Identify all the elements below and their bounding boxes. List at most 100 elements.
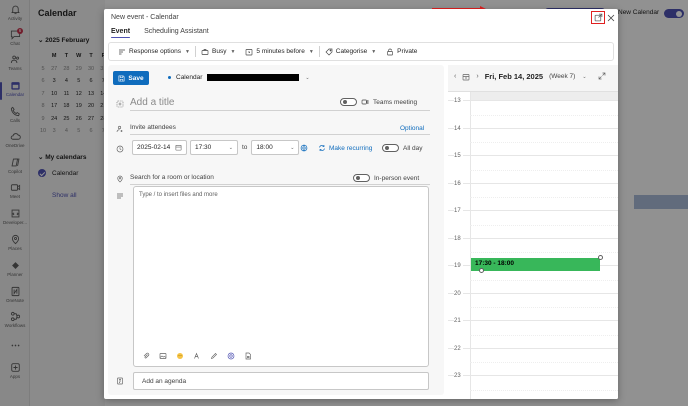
make-recurring-button[interactable]: Make recurring: [318, 144, 372, 152]
date-time-row: 2025-02-14 17:30 ⌄ to 18:00 ⌄: [132, 140, 300, 155]
hour-row[interactable]: 20: [448, 290, 618, 321]
show-as-dropdown[interactable]: Busy ▼: [196, 44, 240, 59]
toggle-switch[interactable]: [353, 174, 370, 182]
event-toolbar: Response options ▼ Busy ▼ 5 minutes before…: [108, 42, 614, 61]
event-resize-handle-bottom[interactable]: [479, 268, 484, 273]
to-label: to: [242, 144, 248, 151]
half-hour-line: [470, 169, 618, 171]
add-agenda-input[interactable]: Add an agenda: [133, 372, 429, 390]
response-options-icon: [119, 49, 125, 54]
hour-row[interactable]: 23: [448, 373, 618, 399]
lock-icon: [387, 48, 393, 55]
private-button[interactable]: Private: [381, 44, 422, 59]
toggle-switch[interactable]: [340, 98, 357, 106]
in-person-toggle[interactable]: In-person event: [353, 174, 419, 182]
pop-out-button[interactable]: [592, 12, 604, 23]
in-person-label: In-person event: [374, 174, 420, 182]
hour-label: 22: [454, 345, 463, 352]
close-icon: [607, 14, 614, 21]
pop-out-icon: [594, 13, 602, 22]
pen-icon[interactable]: [210, 352, 218, 360]
reminder-dropdown[interactable]: 5 minutes before ▼: [240, 44, 318, 59]
invite-attendees-input[interactable]: Invite attendees: [130, 121, 430, 135]
day-view-date[interactable]: Fri, Feb 14, 2025: [485, 72, 543, 81]
hour-row[interactable]: 21: [448, 318, 618, 348]
response-options-button[interactable]: Response options ▼: [113, 44, 195, 59]
start-time-value: 17:30: [195, 144, 212, 151]
hour-row[interactable]: 16: [448, 180, 618, 211]
briefcase-icon: [201, 48, 209, 55]
add-title-icon: [115, 99, 125, 109]
hour-label: 17: [454, 208, 463, 214]
chevron-down-icon: ▼: [185, 48, 190, 55]
hour-row[interactable]: 15: [448, 153, 618, 183]
expand-icon[interactable]: [598, 72, 606, 80]
categorise-label: Categorise: [335, 48, 368, 55]
event-form: Save Calendar ⌄ Add a title Teams meetin…: [108, 65, 444, 395]
chevron-down-icon: ▼: [371, 48, 377, 55]
alarm-icon: [246, 48, 253, 55]
previous-day-button[interactable]: ‹: [454, 73, 456, 80]
half-hour-line: [470, 362, 618, 364]
save-label: Save: [128, 74, 144, 82]
categorise-dropdown[interactable]: Categorise ▼: [320, 44, 381, 59]
text-lines-icon: [115, 191, 125, 201]
close-button[interactable]: [605, 12, 616, 23]
hour-label: 16: [454, 180, 463, 187]
private-label: Private: [397, 48, 418, 55]
save-button[interactable]: Save: [113, 71, 149, 85]
teams-meeting-toggle[interactable]: Teams meeting: [340, 98, 417, 106]
day-time-grid[interactable]: 13 14 15 16 17 18 19 20 21 22 23 17:30 -…: [448, 91, 618, 399]
hour-label: 15: [454, 153, 463, 159]
show-as-label: Busy: [212, 48, 227, 55]
all-day-label: All day: [403, 144, 423, 152]
time-zone-icon[interactable]: [300, 144, 308, 152]
grid-top-band: [471, 92, 618, 100]
today-icon[interactable]: [462, 73, 470, 81]
chevron-down-icon: ▼: [308, 48, 314, 55]
optional-attendees-link[interactable]: Optional: [400, 125, 424, 132]
agenda-icon: [115, 376, 125, 386]
tab-scheduling-assistant[interactable]: Scheduling Assistant: [144, 28, 209, 38]
loop-icon[interactable]: [227, 352, 235, 360]
draft-event-block[interactable]: 17:30 - 18:00: [471, 258, 600, 271]
calendar-selector[interactable]: Calendar ⌄: [168, 74, 310, 81]
chevron-down-icon: ⌄: [305, 74, 310, 81]
tab-event[interactable]: Event: [111, 28, 131, 38]
hour-label: 19: [454, 263, 463, 269]
next-day-button[interactable]: ›: [476, 73, 478, 80]
half-hour-line: [470, 224, 618, 226]
image-icon[interactable]: [159, 352, 167, 360]
hour-row[interactable]: 17: [448, 208, 618, 238]
emoji-icon[interactable]: [176, 352, 184, 360]
chevron-down-icon: ⌄: [290, 144, 295, 151]
attach-icon[interactable]: [142, 352, 150, 360]
hour-row[interactable]: 14: [448, 125, 618, 156]
end-time-field[interactable]: 18:00 ⌄: [251, 140, 300, 155]
response-options-label: Response options: [129, 48, 182, 55]
week-number-label: (Week 7): [549, 73, 576, 80]
start-date-value: 2025-02-14: [137, 144, 171, 151]
start-time-field[interactable]: 17:30 ⌄: [190, 140, 238, 155]
teams-meeting-label: Teams meeting: [373, 98, 418, 106]
hour-row[interactable]: 13: [448, 98, 618, 128]
half-hour-line: [470, 334, 618, 336]
calendar-picker-icon: [175, 145, 182, 151]
calendar-color-dot: [168, 76, 171, 79]
hour-row[interactable]: 22: [448, 345, 618, 376]
document-icon[interactable]: [244, 352, 252, 360]
chevron-down-icon: ⌄: [228, 144, 233, 151]
toggle-switch[interactable]: [382, 144, 399, 152]
text-format-icon[interactable]: [193, 352, 201, 360]
day-view-header: ‹ › Fri, Feb 14, 2025 (Week 7) ⌄: [454, 72, 587, 81]
event-resize-handle-top[interactable]: [598, 255, 603, 260]
half-hour-line: [470, 197, 618, 199]
event-body-editor[interactable]: Type / to insert files and more: [133, 186, 429, 367]
day-view-pane: ‹ › Fri, Feb 14, 2025 (Week 7) ⌄ 13 14 1…: [448, 65, 618, 399]
reminder-label: 5 minutes before: [256, 48, 305, 55]
all-day-toggle[interactable]: All day: [382, 144, 423, 152]
hour-label: 21: [454, 318, 463, 324]
half-hour-line: [470, 307, 618, 309]
start-date-field[interactable]: 2025-02-14: [132, 140, 187, 155]
redacted-account: [207, 74, 300, 81]
